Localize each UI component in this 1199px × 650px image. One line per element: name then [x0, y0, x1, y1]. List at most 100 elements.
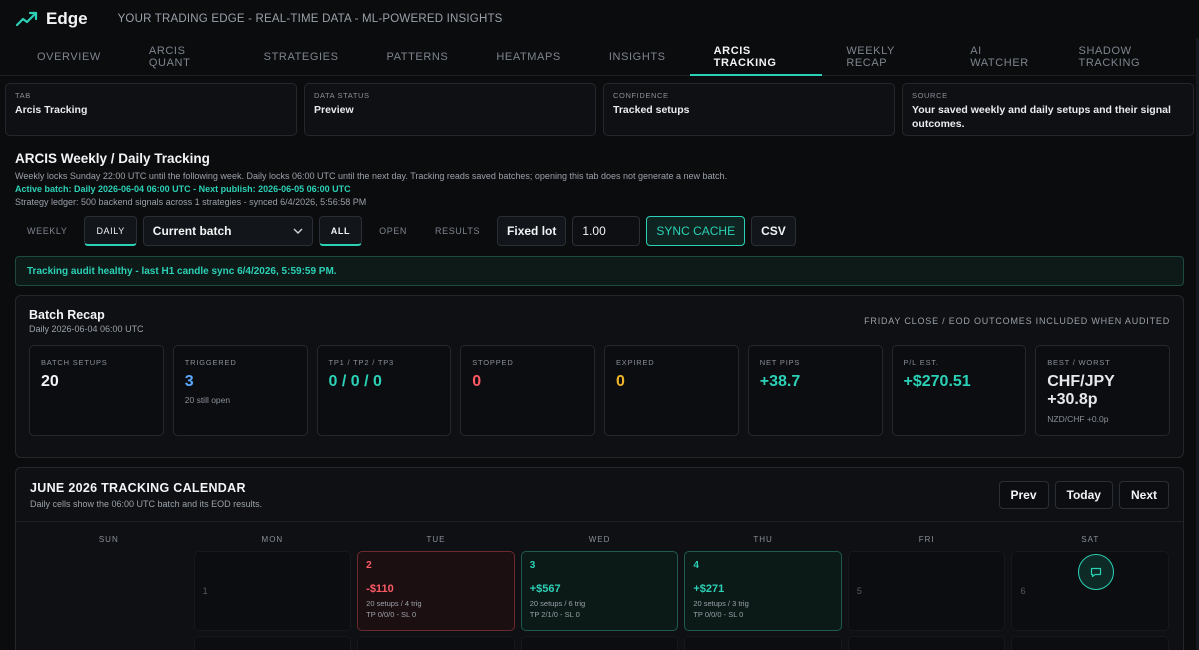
batch-select-value: Current batch — [152, 224, 232, 238]
info-label: SOURCE — [912, 91, 948, 100]
tab-arcis-tracking[interactable]: ARCIS TRACKING — [689, 38, 823, 76]
tab-insights[interactable]: INSIGHTS — [585, 38, 690, 75]
info-value: Preview — [314, 104, 354, 116]
calendar-day-gain[interactable]: 4 +$271 20 setups / 3 trig TP 0/0/0 - SL… — [684, 551, 842, 631]
day-pnl: +$567 — [529, 583, 561, 595]
stat-net-pips: NET PIPS +38.7 — [747, 345, 883, 436]
csv-export-button[interactable]: CSV — [751, 216, 796, 246]
day-number: 1 — [202, 586, 208, 596]
tab-heatmaps[interactable]: HEATMAPS — [472, 38, 585, 75]
calendar-day[interactable]: 1 — [193, 551, 352, 631]
calendar-day[interactable] — [684, 636, 842, 650]
stat-sub: NZD/CHF +0.0p — [1047, 413, 1109, 424]
day-tp-sl: TP 0/0/0 - SL 0 — [693, 610, 744, 619]
tracking-toolbar: WEEKLY DAILY Current batch ALL OPEN RESU… — [0, 207, 1199, 246]
batch-select[interactable]: Current batch — [142, 216, 313, 246]
main-nav: OVERVIEW ARCIS QUANT STRATEGIES PATTERNS… — [0, 38, 1199, 76]
weekday-label: THU — [753, 535, 773, 544]
calendar-week: 1 2 -$110 20 setups / 4 trig TP 0/0/0 - … — [16, 551, 1183, 631]
app-name: Edge — [46, 9, 88, 28]
page-title: ARCIS Weekly / Daily Tracking — [15, 151, 210, 166]
trend-up-icon — [16, 11, 38, 27]
calendar-prev-button[interactable]: Prev — [998, 481, 1049, 509]
calendar-day-empty — [30, 636, 188, 650]
weekday-label: SUN — [98, 535, 119, 544]
weekly-toggle[interactable]: WEEKLY — [16, 216, 78, 246]
weekday-label: FRI — [918, 535, 935, 544]
stat-label: TRIGGERED — [184, 358, 237, 367]
calendar-day-empty — [30, 551, 188, 631]
day-setups: 20 setups / 6 trig — [529, 599, 586, 608]
chat-button[interactable] — [1078, 554, 1114, 590]
weekday-label: TUE — [426, 535, 446, 544]
recap-title: Batch Recap — [29, 308, 105, 322]
day-number: 4 — [693, 560, 699, 571]
calendar-day[interactable] — [1011, 636, 1170, 650]
calendar-today-button[interactable]: Today — [1054, 481, 1113, 509]
calendar-subtitle: Daily cells show the 06:00 UTC batch and… — [30, 499, 263, 509]
day-setups: 20 setups / 4 trig — [366, 599, 422, 608]
stat-value: 3 — [184, 373, 194, 390]
recap-note: FRIDAY CLOSE / EOD OUTCOMES INCLUDED WHE… — [864, 316, 1170, 326]
stat-batch-setups: BATCH SETUPS 20 — [29, 345, 164, 436]
tab-patterns[interactable]: PATTERNS — [363, 38, 473, 75]
calendar-day[interactable] — [847, 636, 1006, 650]
calendar-day[interactable] — [520, 636, 679, 650]
day-pnl: -$110 — [366, 583, 394, 595]
calendar-day-loss[interactable]: 2 -$110 20 setups / 4 trig TP 0/0/0 - SL… — [357, 551, 515, 631]
day-pnl: +$271 — [693, 583, 725, 595]
tab-weekly-recap[interactable]: WEEKLY RECAP — [822, 38, 946, 75]
tab-shadow-tracking[interactable]: SHADOW TRACKING — [1055, 38, 1199, 75]
info-card-data-status: DATA STATUS Preview — [304, 83, 596, 136]
active-batch-text: Active batch: Daily 2026-06-04 06:00 UTC… — [15, 184, 351, 194]
stat-expired: EXPIRED 0 — [604, 345, 739, 436]
chat-bubble-icon — [1090, 567, 1102, 577]
calendar-day[interactable] — [193, 636, 352, 650]
tab-arcis-quant[interactable]: ARCIS QUANT — [125, 38, 240, 75]
sync-cache-button[interactable]: SYNC CACHE — [646, 216, 746, 246]
strategy-ledger-text: Strategy ledger: 500 backend signals acr… — [15, 197, 367, 207]
day-tp-sl: TP 0/0/0 - SL 0 — [366, 610, 417, 619]
tab-ai-watcher[interactable]: AI WATCHER — [946, 38, 1054, 75]
calendar-day[interactable] — [357, 636, 515, 650]
calendar-title: JUNE 2026 TRACKING CALENDAR — [30, 481, 246, 495]
filter-results[interactable]: RESULTS — [424, 216, 491, 246]
calendar-weekdays: SUN MON TUE WED THU FRI SAT — [16, 535, 1183, 544]
info-card-tab: TAB Arcis Tracking — [5, 83, 297, 136]
weekday-label: MON — [261, 535, 284, 544]
calendar-nav: Prev Today Next — [998, 481, 1169, 509]
filter-all[interactable]: ALL — [318, 216, 363, 246]
batch-recap-panel: Batch Recap Daily 2026-06-04 06:00 UTC F… — [15, 295, 1184, 458]
page-header: ARCIS Weekly / Daily Tracking Weekly loc… — [0, 136, 1199, 207]
calendar-next-button[interactable]: Next — [1118, 481, 1169, 509]
stat-triggered: TRIGGERED 3 20 still open — [172, 345, 308, 436]
recap-stats: BATCH SETUPS 20 TRIGGERED 3 20 still ope… — [29, 345, 1170, 436]
stat-label: STOPPED — [472, 358, 514, 367]
tab-strategies[interactable]: STRATEGIES — [240, 38, 363, 75]
info-value: Arcis Tracking — [15, 104, 88, 116]
daily-toggle[interactable]: DAILY — [84, 216, 137, 246]
calendar-day[interactable]: 5 — [847, 551, 1006, 631]
stat-value: +38.7 — [759, 373, 801, 390]
info-card-confidence: CONFIDENCE Tracked setups — [603, 83, 895, 136]
tracking-calendar: JUNE 2026 TRACKING CALENDAR Daily cells … — [15, 467, 1184, 650]
stat-label: NET PIPS — [759, 358, 801, 367]
weekday-label: WED — [588, 535, 611, 544]
calendar-day-gain[interactable]: 3 +$567 20 setups / 6 trig TP 2/1/0 - SL… — [520, 551, 679, 631]
weekday-label: SAT — [1081, 535, 1100, 544]
stat-label: BATCH SETUPS — [41, 358, 108, 367]
tab-overview[interactable]: OVERVIEW — [13, 38, 125, 75]
app-logo[interactable]: Edge — [16, 9, 88, 29]
stat-label: EXPIRED — [616, 358, 655, 367]
filter-open[interactable]: OPEN — [368, 216, 418, 246]
day-setups: 20 setups / 3 trig — [693, 599, 749, 608]
info-card-source: SOURCE Your saved weekly and daily setup… — [902, 83, 1194, 136]
info-label: CONFIDENCE — [613, 91, 669, 100]
info-value: Tracked setups — [613, 104, 690, 116]
day-number: 6 — [1020, 586, 1026, 596]
audit-status-banner: Tracking audit healthy - last H1 candle … — [15, 256, 1184, 286]
fixed-lot-button[interactable]: Fixed lot — [497, 216, 567, 246]
lot-size-input[interactable]: 1.00 — [572, 216, 641, 246]
lock-description: Weekly locks Sunday 22:00 UTC until the … — [15, 171, 728, 181]
app-tagline: YOUR TRADING EDGE - REAL-TIME DATA - ML-… — [117, 13, 503, 25]
